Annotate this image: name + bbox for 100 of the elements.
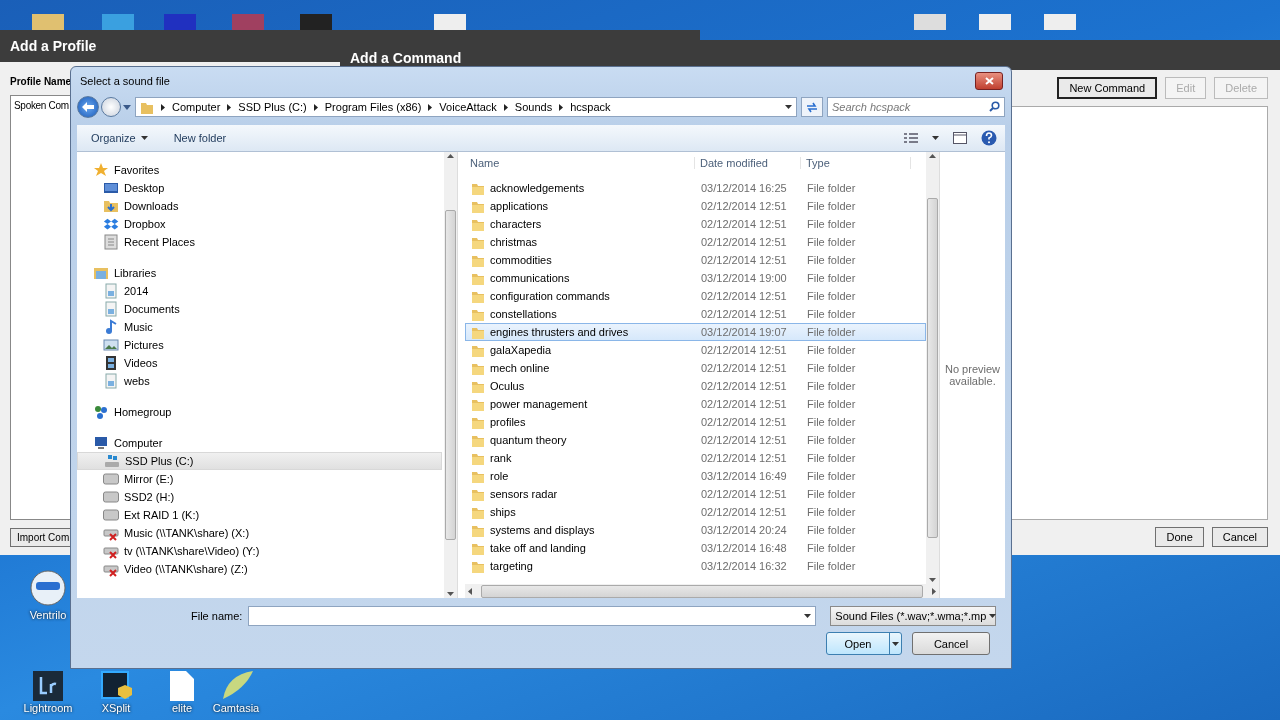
- navigation-item[interactable]: Pictures: [77, 336, 442, 354]
- file-row[interactable]: Oculus 02/12/2014 12:51 File folder: [465, 377, 926, 395]
- date-cell-text: 02/12/2014 12:51: [701, 200, 788, 212]
- scrollbar[interactable]: [926, 152, 939, 584]
- file-row[interactable]: applications 02/12/2014 12:51 File folder: [465, 197, 926, 215]
- navigation-item[interactable]: SSD Plus (C:): [77, 452, 442, 470]
- file-row[interactable]: communications 03/12/2014 19:00 File folder: [465, 269, 926, 287]
- file-type-dropdown[interactable]: Sound Files (*.wav;*.wma;*.mp: [830, 606, 997, 626]
- navigation-item[interactable]: Computer: [77, 434, 442, 452]
- navigation-item[interactable]: Homegroup: [77, 403, 442, 421]
- file-row[interactable]: mech online 02/12/2014 12:51 File folder: [465, 359, 926, 377]
- refresh-button[interactable]: [801, 97, 823, 117]
- navigation-item[interactable]: Recent Places: [77, 233, 442, 251]
- column-header[interactable]: Name: [465, 157, 695, 169]
- file-row[interactable]: christmas 02/12/2014 12:51 File folder: [465, 233, 926, 251]
- file-row[interactable]: characters 02/12/2014 12:51 File folder: [465, 215, 926, 233]
- file-row[interactable]: configuration commands 02/12/2014 12:51 File folder: [465, 287, 926, 305]
- cancel-button[interactable]: Cancel: [912, 632, 990, 655]
- right-arrow-icon[interactable]: [932, 587, 936, 595]
- caret-icon[interactable]: [932, 136, 939, 140]
- navigation-item[interactable]: Documents: [77, 300, 442, 318]
- navigation-item[interactable]: Dropbox: [77, 215, 442, 233]
- navigation-item[interactable]: Video (\\TANK\share) (Z:): [77, 560, 442, 578]
- field-label: Profile Name: [10, 76, 72, 87]
- file-row[interactable]: targeting 03/12/2014 16:32 File folder: [465, 557, 926, 575]
- shortcut-label[interactable]: Ventrilo: [29, 609, 67, 621]
- preview-pane-icon[interactable]: [953, 132, 967, 144]
- breadcrumb-item[interactable]: hcspack: [570, 101, 611, 113]
- import-button[interactable]: Import Com: [10, 528, 73, 547]
- navigation-item[interactable]: Videos: [77, 354, 442, 372]
- navigation-item[interactable]: Music: [77, 318, 442, 336]
- column-header[interactable]: Spoken Com: [11, 96, 70, 115]
- file-row[interactable]: take off and landing 03/12/2014 16:48 File folder: [465, 539, 926, 557]
- file-row[interactable]: rank 02/12/2014 12:51 File folder: [465, 449, 926, 467]
- forward-button[interactable]: [101, 97, 121, 117]
- folder-icon: [471, 451, 485, 465]
- up-arrow-icon[interactable]: [447, 154, 454, 158]
- navigation-item[interactable]: webs: [77, 372, 442, 390]
- toolbar-button[interactable]: New folder: [173, 130, 227, 146]
- close-button[interactable]: [975, 72, 1003, 90]
- file-row[interactable]: power management 02/12/2014 12:51 File folder: [465, 395, 926, 413]
- scroll-thumb[interactable]: [445, 210, 456, 540]
- search-field[interactable]: Search hcspack: [827, 97, 1005, 117]
- file-row[interactable]: commodities 02/12/2014 12:51 File folder: [465, 251, 926, 269]
- window-title: Add a Command: [350, 50, 462, 66]
- down-arrow-icon[interactable]: [447, 592, 454, 596]
- navigation-item[interactable]: 2014: [77, 282, 442, 300]
- caret-icon[interactable]: [804, 614, 812, 618]
- shortcut-label[interactable]: elite: [171, 702, 193, 714]
- navigation-item[interactable]: tv (\\TANK\share\Video) (Y:): [77, 542, 442, 560]
- drive-icon: [103, 471, 119, 487]
- help-icon[interactable]: [981, 130, 997, 146]
- breadcrumb-item[interactable]: Program Files (x86): [324, 101, 422, 113]
- breadcrumb-item[interactable]: SSD Plus (C:): [238, 101, 307, 113]
- file-row[interactable]: systems and displays 03/12/2014 20:24 File folder: [465, 521, 926, 539]
- navigation-item[interactable]: Downloads: [77, 197, 442, 215]
- file-row[interactable]: engines thrusters and drives 03/12/2014 19:07 File folder: [465, 323, 926, 341]
- date-cell-text: 02/12/2014 12:51: [701, 416, 788, 428]
- navigation-item[interactable]: Libraries: [77, 264, 442, 282]
- list-view-icon[interactable]: [904, 133, 918, 143]
- breadcrumb-item[interactable]: Sounds: [514, 101, 553, 113]
- file-name-field[interactable]: [248, 606, 817, 626]
- navigation-item[interactable]: Mirror (E:): [77, 470, 442, 488]
- file-row[interactable]: ships 02/12/2014 12:51 File folder: [465, 503, 926, 521]
- scroll-thumb[interactable]: [927, 198, 938, 538]
- up-arrow-icon[interactable]: [929, 154, 936, 158]
- search-icon: [989, 101, 1000, 112]
- footer-button[interactable]: Cancel: [1211, 527, 1268, 547]
- column-header[interactable]: Date modified: [695, 157, 801, 169]
- navigation-item[interactable]: Favorites: [77, 161, 442, 179]
- file-row[interactable]: role 03/12/2014 16:49 File folder: [465, 467, 926, 485]
- back-button[interactable]: [77, 96, 99, 118]
- down-arrow-icon[interactable]: [929, 578, 936, 582]
- navigation-item[interactable]: Desktop: [77, 179, 442, 197]
- navigation-item[interactable]: Ext RAID 1 (K:): [77, 506, 442, 524]
- shortcut-label[interactable]: Lightroom: [23, 702, 73, 714]
- command-button[interactable]: New Command: [1057, 77, 1158, 99]
- toolbar-button[interactable]: Organize: [91, 130, 148, 146]
- navigation-item[interactable]: SSD2 (H:): [77, 488, 442, 506]
- file-name: engines thrusters and drives: [490, 326, 629, 338]
- open-button[interactable]: Open: [826, 632, 902, 655]
- column-header[interactable]: Type: [801, 157, 911, 169]
- file-row[interactable]: sensors radar 02/12/2014 12:51 File folder: [465, 485, 926, 503]
- file-row[interactable]: galaXapedia 02/12/2014 12:51 File folder: [465, 341, 926, 359]
- file-row[interactable]: quantum theory 02/12/2014 12:51 File folder: [465, 431, 926, 449]
- shortcut-label[interactable]: XSplit: [101, 702, 131, 714]
- scrollbar[interactable]: [444, 152, 457, 598]
- left-arrow-icon[interactable]: [468, 587, 472, 595]
- footer-button[interactable]: Done: [1155, 527, 1204, 547]
- navigation-item[interactable]: Music (\\TANK\share) (X:): [77, 524, 442, 542]
- breadcrumb-item[interactable]: VoiceAttack: [439, 101, 497, 113]
- blank-file-icon[interactable]: [169, 671, 195, 701]
- file-row[interactable]: acknowledgements 03/12/2014 16:25 File folder: [465, 179, 926, 197]
- file-row[interactable]: profiles 02/12/2014 12:51 File folder: [465, 413, 926, 431]
- file-row[interactable]: constellations 02/12/2014 12:51 File folder: [465, 305, 926, 323]
- breadcrumb-item[interactable]: Computer: [172, 101, 221, 113]
- shortcut-label[interactable]: Camtasia: [212, 702, 260, 714]
- caret-icon[interactable]: [785, 105, 792, 109]
- lightroom-logo-icon[interactable]: [33, 671, 63, 701]
- address-bar[interactable]: Computer SSD Plus (C:) Program Files (x86) VoiceAttack Sounds hcspack: [135, 97, 797, 117]
